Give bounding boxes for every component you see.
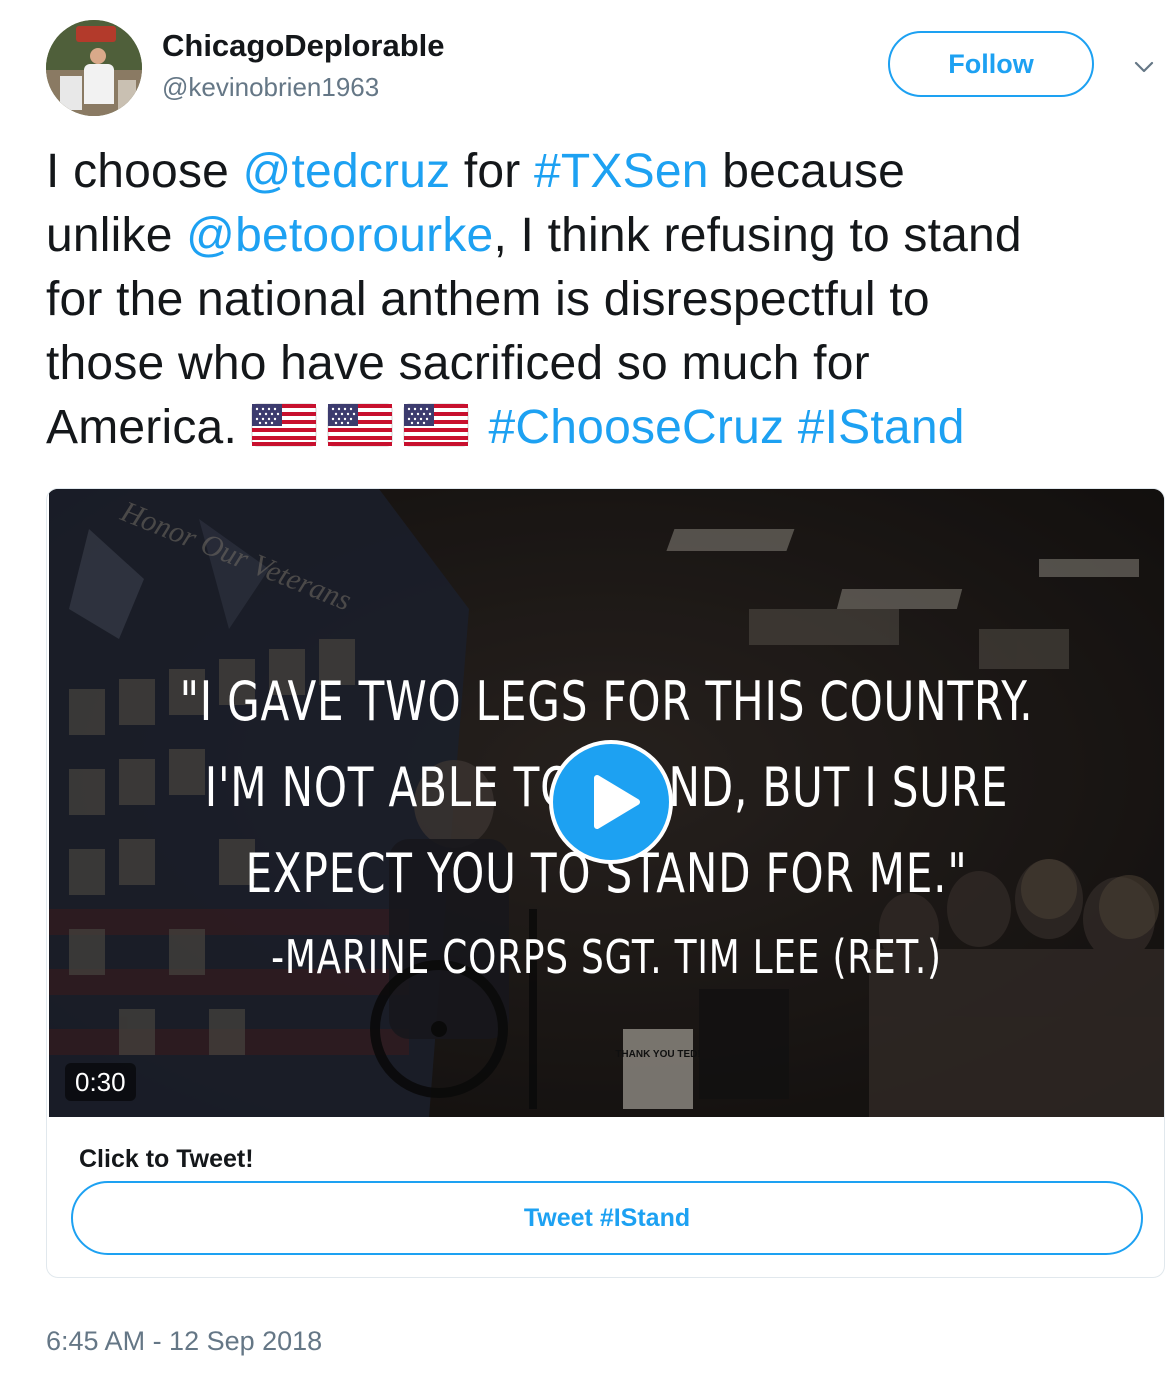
card-title: Click to Tweet! [79,1145,254,1173]
hashtag-istand[interactable]: #IStand [798,401,965,454]
mention-betoorourke[interactable]: @betoorourke [186,209,493,262]
us-flag-icon [327,403,393,447]
play-button[interactable] [549,740,673,864]
us-flag-icon [403,403,469,447]
text-segment: for [450,145,535,198]
text-segment: because [708,145,906,198]
video-player[interactable]: THANK YOU TED! Honor Our Veterans "I GAV… [49,489,1164,1117]
mention-tedcruz[interactable]: @tedcruz [243,145,451,198]
tweet-istand-button[interactable]: Tweet #IStand [71,1181,1143,1255]
quote-attribution: -MARINE CORPS SGT. TIM LEE (RET.) [271,930,942,984]
tweet: ChicagoDeplorable @kevinobrien1963 Follo… [0,0,1176,1388]
tweet-line-5: America. #ChooseCruz #IStand [46,396,1171,460]
hashtag-choosecruz[interactable]: #ChooseCruz [489,401,785,454]
play-icon [594,775,640,829]
text-segment: I choose [46,145,243,198]
tweet-line-4: those who have sacrificed so much for [46,337,870,390]
avatar[interactable] [46,20,142,116]
tweet-text: I choose @tedcruz for #TXSen because unl… [46,140,1171,460]
media-card: THANK YOU TED! Honor Our Veterans "I GAV… [46,488,1165,1278]
follow-button[interactable]: Follow [888,31,1094,97]
us-flag-icon [251,403,317,447]
text-segment: , I think refusing to stand [493,209,1022,262]
text-segment: America. [46,401,251,454]
chevron-down-icon[interactable] [1133,56,1155,78]
timestamp[interactable]: 6:45 AM - 12 Sep 2018 [46,1326,322,1357]
quote-line-1: "I GAVE TWO LEGS FOR THIS COUNTRY. [179,670,1034,733]
hashtag-txsen[interactable]: #TXSen [534,145,709,198]
text-segment: unlike [46,209,187,262]
tweet-line-1: I choose @tedcruz for #TXSen because [46,140,1171,204]
user-handle[interactable]: @kevinobrien1963 [162,72,379,103]
tweet-line-3: for the national anthem is disrespectful… [46,273,930,326]
tweet-line-2: unlike @betoorourke, I think refusing to… [46,204,1171,268]
display-name[interactable]: ChicagoDeplorable [162,28,445,64]
video-duration: 0:30 [65,1063,136,1101]
